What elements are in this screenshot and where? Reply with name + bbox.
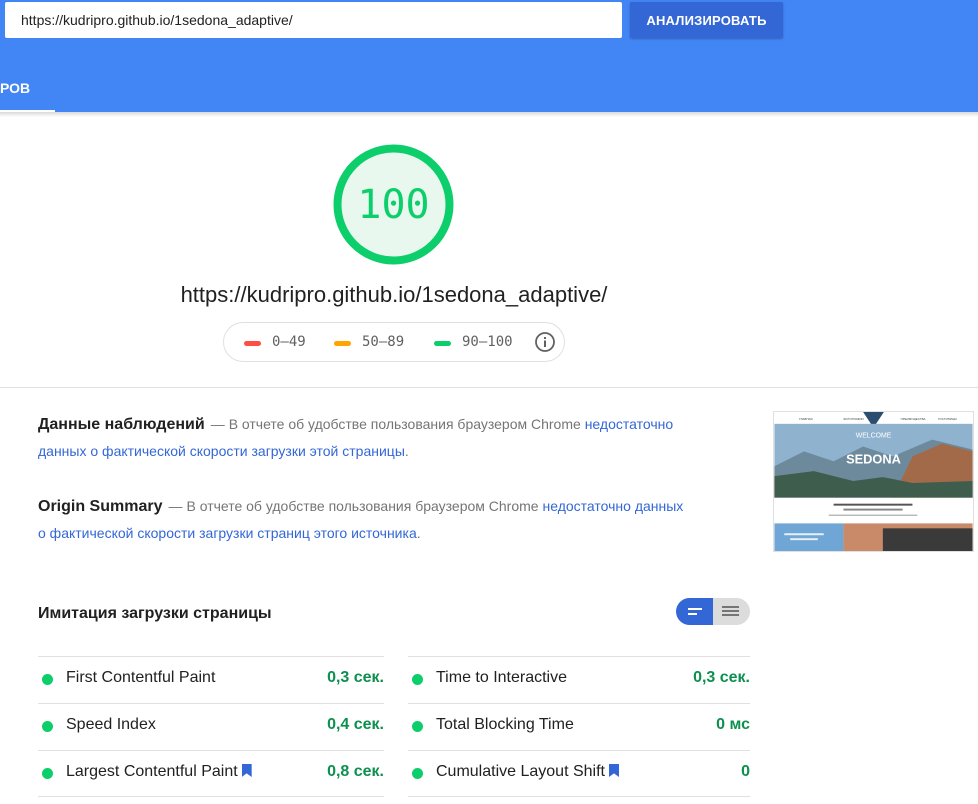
legend-swatch-pass	[434, 341, 451, 346]
metric-name: Largest Contentful Paint	[66, 763, 238, 780]
metric-value: 0	[741, 763, 750, 780]
metric-row: Time to Interactive 0,3 сек.	[408, 656, 750, 703]
dash-separator: —	[210, 416, 225, 432]
metric-name: First Contentful Paint	[66, 669, 216, 686]
metric-row: Speed Index 0,4 сек.	[38, 703, 384, 750]
metric-value: 0,4 сек.	[327, 716, 384, 733]
pass-indicator-icon	[412, 721, 423, 732]
bookmark-icon	[241, 764, 252, 777]
top-bar: АНАЛИЗИРОВАТЬ РОВ	[0, 0, 978, 112]
metric-row: Cumulative Layout Shift 0	[408, 750, 750, 797]
field-data-period: .	[404, 443, 409, 459]
view-toggle[interactable]	[676, 598, 750, 625]
pass-indicator-icon	[412, 674, 423, 685]
thumb-nav-item: ГЛАВНАЯ	[799, 417, 812, 421]
pass-indicator-icon	[412, 768, 423, 779]
compact-view-icon[interactable]	[676, 598, 713, 625]
metric-name: Total Blocking Time	[436, 716, 574, 733]
performance-score: 100	[357, 181, 430, 228]
legend-swatch-average	[334, 341, 351, 346]
url-input[interactable]	[5, 2, 622, 38]
metric-row: Largest Contentful Paint 0,8 сек.	[38, 750, 384, 797]
legend-label-pass: 90–100	[462, 334, 513, 350]
metric-name: Speed Index	[66, 716, 156, 733]
origin-summary-period: .	[416, 525, 421, 541]
metric-value: 0,3 сек.	[327, 669, 384, 686]
field-data-section: Данные наблюдений — В отчете об удобстве п…	[38, 411, 688, 464]
field-data-text: В отчете об удобстве пользования браузер…	[228, 416, 585, 432]
origin-summary-title: Origin Summary	[38, 498, 163, 515]
pass-indicator-icon	[42, 721, 53, 732]
pass-indicator-icon	[42, 768, 53, 779]
thumb-nav-item: ГОСТИНИЦЫ	[938, 417, 957, 421]
legend-label-fail: 0–49	[272, 334, 306, 350]
thumb-welcome: WELCOME	[856, 433, 892, 440]
thumb-nav-item: ПРЕИМУЩЕСТВА	[901, 417, 926, 421]
origin-summary-section: Origin Summary — В отчете об удобстве поль…	[38, 493, 688, 546]
metric-name: Cumulative Layout Shift	[436, 763, 605, 780]
legend-label-average: 50–89	[362, 334, 405, 350]
lab-data-title: Имитация загрузки страницы	[38, 605, 272, 622]
metric-value: 0,3 сек.	[693, 669, 750, 686]
thumb-brand: SEDONA	[846, 451, 901, 466]
page-screenshot-thumbnail: ГЛАВНАЯ ФОТОГРАФИИ ПРЕИМУЩЕСТВА ГОСТИНИЦ…	[773, 411, 974, 552]
origin-summary-text: В отчете об удобстве пользования браузер…	[186, 498, 543, 514]
pass-indicator-icon	[42, 674, 53, 685]
metric-name-with-bookmark: Largest Contentful Paint	[66, 763, 252, 781]
metric-row: First Contentful Paint 0,3 сек.	[38, 656, 384, 703]
metric-row: Total Blocking Time 0 мс	[408, 703, 750, 750]
score-legend: 0–49 50–89 90–100	[223, 322, 565, 362]
metric-value: 0 мс	[716, 716, 750, 733]
field-data-title: Данные наблюдений	[38, 416, 205, 433]
analyzed-url: https://kudripro.github.io/1sedona_adapt…	[180, 282, 608, 307]
info-circle-icon[interactable]	[534, 331, 556, 353]
dash-separator: —	[168, 498, 183, 514]
thumb-nav-item: ФОТОГРАФИИ	[843, 417, 863, 421]
expanded-view-icon[interactable]	[713, 598, 750, 625]
tab-desktop[interactable]: РОВ	[0, 68, 55, 112]
metric-name-with-bookmark: Cumulative Layout Shift	[436, 763, 619, 781]
metric-value: 0,8 сек.	[327, 763, 384, 780]
header-shadow	[0, 112, 978, 117]
legend-swatch-fail	[244, 341, 261, 346]
metric-name: Time to Interactive	[436, 669, 568, 686]
section-divider	[0, 387, 978, 388]
bookmark-icon	[608, 764, 619, 777]
analyze-button[interactable]: АНАЛИЗИРОВАТЬ	[630, 2, 783, 38]
